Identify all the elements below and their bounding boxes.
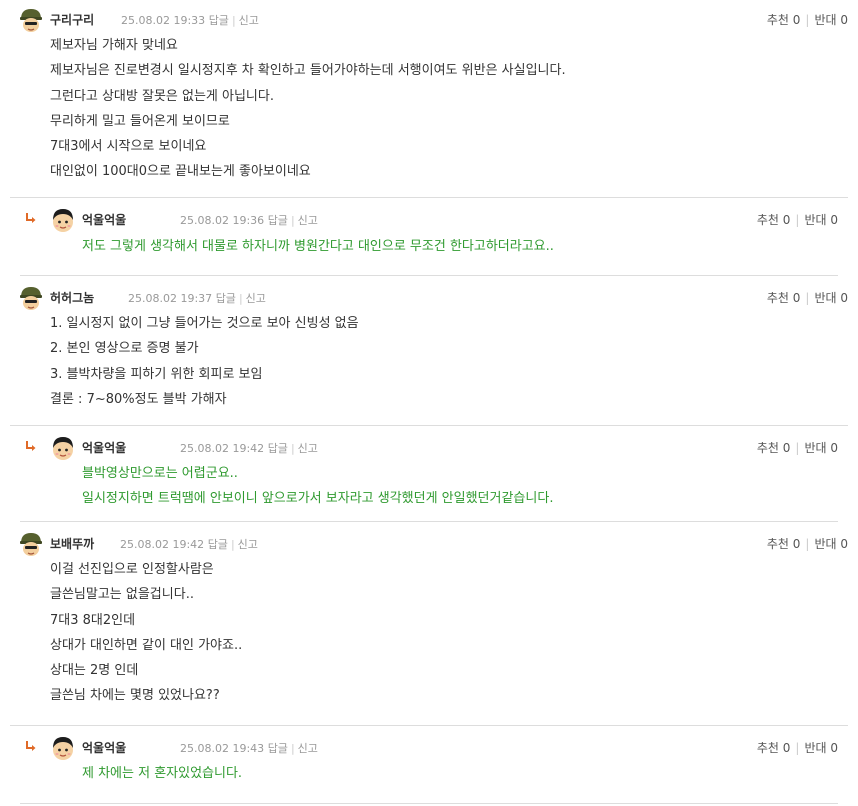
comment-line: 일시정지하면 트럭땜에 안보이니 앞으로가서 보자라고 생각했던게 안일했던거같… (82, 491, 554, 507)
reply-item: 억울억울 25.08.02 19:43 답글 | 신고 추천 0 | 반대 0 제 차에… (20, 726, 838, 804)
comment-line: 2. 본인 영상으로 증명 불가 (50, 341, 199, 357)
comment-meta: 25.08.02 19:42 답글 | 신고 (180, 442, 318, 455)
report-link[interactable]: 신고 (298, 742, 318, 755)
comment-line: 상대가 대인하면 같이 대인 가야죠.. (50, 637, 243, 653)
reply-link[interactable]: 답글 (208, 538, 228, 551)
comment-line: 블박영상만으로는 어렵군요.. (82, 466, 238, 481)
comment-body: 저도 그렇게 생각해서 대물로 하자니까 병원간다고 대인으로 무조건 한다고하… (82, 234, 554, 259)
reply-item: 억울억울 25.08.02 19:42 답글 | 신고 추천 0 | 반대 0 블박영상… (20, 426, 838, 522)
comment-line: 3. 블박차량을 피하기 위한 회피로 보임 (50, 366, 263, 382)
comment-header: 억울억울 25.08.02 19:43 답글 | 신고 추천 0 | 반대 0 (20, 735, 838, 761)
comment-line: 대인없이 100대0으로 끝내보는게 좋아보이네요 (50, 164, 311, 180)
report-link[interactable]: 신고 (246, 292, 266, 305)
vote-box: 추천 0 | 반대 0 (756, 213, 838, 227)
comment-date: 25.08.02 19:43 (180, 742, 265, 755)
soldier-helmet-avatar-icon (18, 531, 44, 557)
comment-date: 25.08.02 19:36 (180, 214, 265, 227)
comment-meta: 25.08.02 19:36 답글 | 신고 (180, 214, 318, 227)
comment-meta: 25.08.02 19:42 답글 | 신고 (120, 538, 258, 551)
comment-header: 억울억울 25.08.02 19:36 답글 | 신고 추천 0 | 반대 0 (20, 207, 838, 233)
reply-link[interactable]: 답글 (209, 14, 229, 27)
comment-line: 제 차에는 저 혼자있었습니다. (82, 766, 243, 781)
comment-date: 25.08.02 19:42 (180, 442, 265, 455)
comment-line: 무리하게 밀고 들어온게 보이므로 (50, 113, 230, 129)
comment-line: 1. 일시정지 없이 그냥 들어가는 것으로 보아 신빙성 없음 (50, 316, 359, 331)
reply-item: 억울억울 25.08.02 19:36 답글 | 신고 추천 0 | 반대 0 저도 그… (20, 198, 838, 276)
recommend-button[interactable]: 추천 0 (757, 441, 791, 455)
oppose-button[interactable]: 반대 0 (814, 537, 848, 551)
comment-header: 구리구리 25.08.02 19:33 답글 | 신고 추천 0 | 반대 0 (10, 7, 848, 33)
report-link[interactable]: 신고 (298, 214, 318, 227)
comment-line: 7대3 8대2인데 (50, 612, 136, 628)
comment-line: 제보자님 가해자 맞네요 (50, 38, 178, 53)
comment-line: 그런다고 상대방 잘못은 없는게 아닙니다. (50, 88, 274, 104)
reply-link[interactable]: 답글 (268, 214, 288, 227)
report-link[interactable]: 신고 (298, 442, 318, 455)
comment-item: 허허그놈 25.08.02 19:37 답글 | 신고 추천 0 | 반대 0 1. 일… (10, 276, 848, 426)
comment-author[interactable]: 억울억울 (82, 739, 126, 756)
boy-avatar-icon (50, 735, 76, 761)
reply-link[interactable]: 답글 (268, 742, 288, 755)
soldier-helmet-avatar-icon (18, 285, 44, 311)
recommend-button[interactable]: 추천 0 (767, 537, 801, 551)
soldier-helmet-avatar-icon (18, 7, 44, 33)
comment-line: 제보자님은 진로변경시 일시정지후 차 확인하고 들어가야하는데 서행이여도 위… (50, 63, 566, 79)
comment-item: 보배뚜까 25.08.02 19:42 답글 | 신고 추천 0 | 반대 0 이걸 선… (10, 522, 848, 726)
comment-line: 글쓴님 차에는 몇명 있었나요?? (50, 688, 220, 704)
comment-author[interactable]: 억울억울 (82, 211, 126, 228)
comment-line: 글쓴님말고는 없을겁니다.. (50, 587, 194, 603)
comment-author[interactable]: 허허그놈 (50, 289, 94, 306)
vote-box: 추천 0 | 반대 0 (766, 537, 848, 551)
comment-author[interactable]: 보배뚜까 (50, 535, 94, 552)
comment-header: 보배뚜까 25.08.02 19:42 답글 | 신고 추천 0 | 반대 0 (10, 531, 848, 557)
oppose-button[interactable]: 반대 0 (804, 213, 838, 227)
comment-author[interactable]: 구리구리 (50, 11, 94, 28)
report-link[interactable]: 신고 (238, 538, 258, 551)
vote-box: 추천 0 | 반대 0 (756, 441, 838, 455)
reply-arrow-icon (24, 211, 38, 225)
comment-date: 25.08.02 19:42 (120, 538, 205, 551)
boy-avatar-icon (50, 435, 76, 461)
comment-body: 제보자님 가해자 맞네요 제보자님은 진로변경시 일시정지후 차 확인하고 들어… (50, 33, 566, 185)
oppose-button[interactable]: 반대 0 (804, 741, 838, 755)
comment-author[interactable]: 억울억울 (82, 439, 126, 456)
comment-body: 제 차에는 저 혼자있었습니다. (82, 761, 242, 786)
recommend-button[interactable]: 추천 0 (757, 213, 791, 227)
comment-list: 구리구리 25.08.02 19:33 답글 | 신고 추천 0 | 반대 0 제보자님… (0, 0, 858, 804)
report-link[interactable]: 신고 (239, 14, 259, 27)
comment-line: 이걸 선진입으로 인정할사람은 (50, 562, 214, 577)
comment-body: 1. 일시정지 없이 그냥 들어가는 것으로 보아 신빙성 없음 2. 본인 영… (50, 311, 359, 412)
comment-body: 블박영상만으로는 어렵군요.. 일시정지하면 트럭땜에 안보이니 앞으로가서 보… (82, 461, 553, 512)
comment-line: 7대3에서 시작으로 보이네요 (50, 139, 207, 155)
comment-line: 상대는 2명 인데 (50, 663, 139, 679)
reply-arrow-icon (24, 739, 38, 753)
comment-body: 이걸 선진입으로 인정할사람은 글쓴님말고는 없을겁니다.. 7대3 8대2인데… (50, 557, 242, 709)
oppose-button[interactable]: 반대 0 (814, 291, 848, 305)
comment-meta: 25.08.02 19:37 답글 | 신고 (128, 292, 266, 305)
vote-box: 추천 0 | 반대 0 (766, 291, 848, 305)
comment-header: 억울억울 25.08.02 19:42 답글 | 신고 추천 0 | 반대 0 (20, 435, 838, 461)
recommend-button[interactable]: 추천 0 (757, 741, 791, 755)
reply-link[interactable]: 답글 (216, 292, 236, 305)
comment-item: 구리구리 25.08.02 19:33 답글 | 신고 추천 0 | 반대 0 제보자님… (10, 0, 848, 198)
comment-line: 결론 : 7~80%정도 블박 가해자 (50, 391, 227, 407)
oppose-button[interactable]: 반대 0 (804, 441, 838, 455)
vote-box: 추천 0 | 반대 0 (756, 741, 838, 755)
oppose-button[interactable]: 반대 0 (814, 13, 848, 27)
comment-meta: 25.08.02 19:43 답글 | 신고 (180, 742, 318, 755)
comment-date: 25.08.02 19:33 (121, 14, 206, 27)
reply-link[interactable]: 답글 (268, 442, 288, 455)
recommend-button[interactable]: 추천 0 (767, 291, 801, 305)
recommend-button[interactable]: 추천 0 (767, 13, 801, 27)
reply-arrow-icon (24, 439, 38, 453)
vote-box: 추천 0 | 반대 0 (766, 13, 848, 27)
comment-meta: 25.08.02 19:33 답글 | 신고 (121, 14, 259, 27)
comment-header: 허허그놈 25.08.02 19:37 답글 | 신고 추천 0 | 반대 0 (10, 285, 848, 311)
boy-avatar-icon (50, 207, 76, 233)
comment-date: 25.08.02 19:37 (128, 292, 213, 305)
comment-line: 저도 그렇게 생각해서 대물로 하자니까 병원간다고 대인으로 무조건 한다고하… (82, 239, 554, 254)
